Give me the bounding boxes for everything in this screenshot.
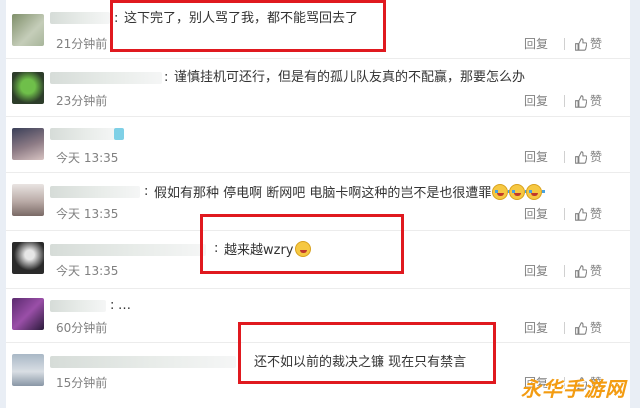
action-divider (564, 95, 565, 107)
reply-button[interactable]: 回复 (524, 94, 548, 108)
comment-time: 今天 13:35 (56, 207, 119, 221)
reply-button[interactable]: 回复 (524, 37, 548, 51)
avatar[interactable] (12, 72, 44, 104)
right-margin (630, 0, 640, 408)
username-blurred[interactable] (50, 12, 110, 24)
reply-button[interactable]: 回复 (524, 321, 548, 335)
thumbs-up-icon (575, 37, 587, 51)
thumbs-up-icon (575, 321, 587, 335)
like-button[interactable]: 赞 (574, 94, 602, 108)
avatar[interactable] (12, 128, 44, 160)
avatar[interactable] (12, 184, 44, 216)
like-button[interactable]: 赞 (574, 207, 602, 221)
username-blurred[interactable] (50, 356, 236, 368)
comment-text: 假如有那种 停电啊 断网吧 电脑卡啊这种的岂不是也很遭罪 (154, 184, 546, 202)
like-button[interactable]: 赞 (574, 37, 602, 51)
thumbs-up-icon (575, 207, 587, 221)
username-badge (114, 128, 124, 140)
action-divider (564, 38, 565, 50)
username-blurred[interactable] (50, 300, 106, 312)
avatar[interactable] (12, 14, 44, 46)
comment-text: 谨慎挂机可还行，但是有的孤儿队友真的不配赢，那要怎么办 (174, 70, 526, 85)
laugh-cry-emoji-icon (492, 184, 512, 200)
comment-separator: : (164, 70, 169, 85)
like-label: 赞 (590, 94, 603, 108)
username-blurred[interactable] (50, 186, 140, 198)
action-divider (564, 265, 565, 277)
comment-separator: : (110, 298, 115, 313)
username-blurred[interactable] (50, 244, 206, 256)
thumbs-up-icon (575, 150, 587, 164)
comment-time: 23分钟前 (56, 94, 108, 108)
comment-separator: : (144, 184, 149, 199)
action-divider (564, 322, 565, 334)
highlight-box (238, 322, 496, 384)
like-label: 赞 (590, 264, 603, 278)
comment-time: 今天 13:35 (56, 264, 119, 278)
comment-divider (6, 58, 630, 59)
comment-divider (6, 116, 630, 117)
reply-button[interactable]: 回复 (524, 150, 548, 164)
thumbs-up-icon (575, 264, 587, 278)
like-label: 赞 (590, 37, 603, 51)
username-blurred[interactable] (50, 72, 162, 84)
site-watermark: 永华手游网 (521, 377, 626, 401)
action-divider (564, 151, 565, 163)
highlight-box (200, 214, 404, 274)
comment-time: 60分钟前 (56, 321, 108, 335)
laugh-cry-emoji-icon (526, 184, 546, 200)
laugh-cry-emoji-icon (509, 184, 529, 200)
like-label: 赞 (590, 150, 603, 164)
like-button[interactable]: 赞 (574, 321, 602, 335)
username-blurred[interactable] (50, 128, 116, 140)
comment-text: … (118, 298, 131, 313)
comment-time: 15分钟前 (56, 376, 108, 390)
like-label: 赞 (590, 207, 603, 221)
avatar[interactable] (12, 242, 44, 274)
reply-button[interactable]: 回复 (524, 264, 548, 278)
comment-time: 21分钟前 (56, 37, 108, 51)
avatar[interactable] (12, 298, 44, 330)
comment-time: 今天 13:35 (56, 151, 119, 165)
like-button[interactable]: 赞 (574, 264, 602, 278)
like-button[interactable]: 赞 (574, 150, 602, 164)
action-divider (564, 208, 565, 220)
avatar[interactable] (12, 354, 44, 386)
comment-divider (6, 172, 630, 173)
reply-button[interactable]: 回复 (524, 207, 548, 221)
thumbs-up-icon (575, 94, 587, 108)
comment-text-content: 假如有那种 停电啊 断网吧 电脑卡啊这种的岂不是也很遭罪 (154, 186, 492, 201)
comment-divider (6, 288, 630, 289)
left-margin (0, 0, 6, 408)
like-label: 赞 (590, 321, 603, 335)
highlight-box (110, 0, 386, 52)
